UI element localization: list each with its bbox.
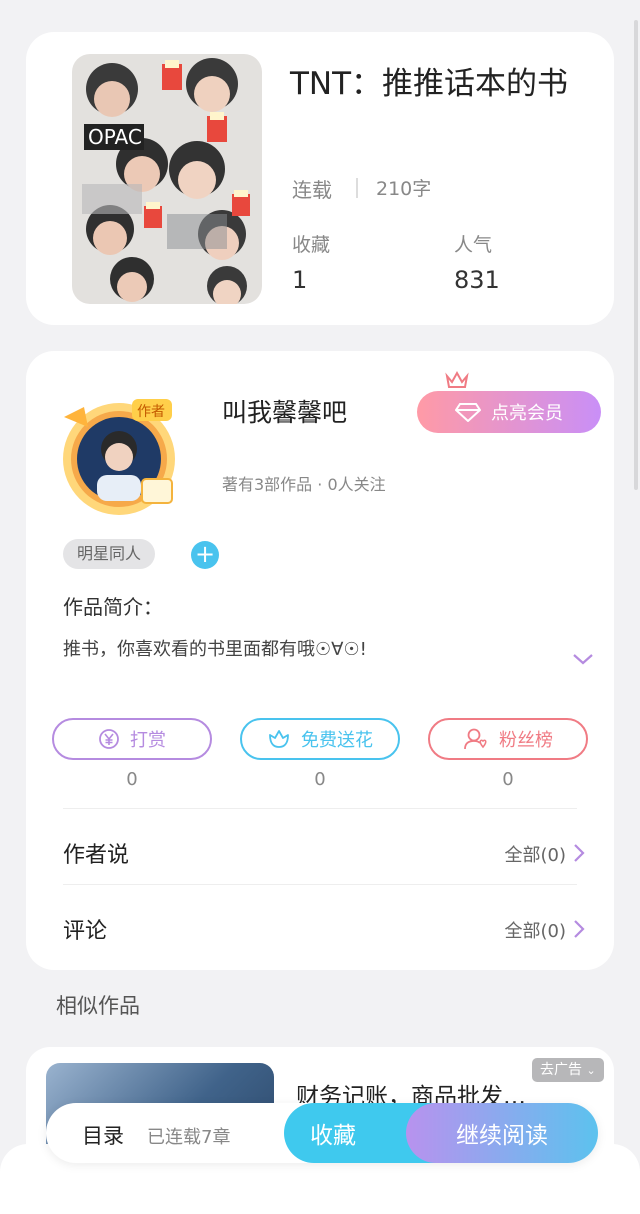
author-says-label[interactable]: 作者说 — [63, 837, 129, 869]
popularity-stat-value: 831 — [454, 266, 500, 294]
chevron-down-icon: ⌄ — [586, 1064, 596, 1077]
yen-coin-icon — [99, 729, 119, 749]
book-status: 连载 — [292, 178, 332, 202]
send-flower-button[interactable]: 免费送花 — [240, 718, 400, 760]
intro-label: 作品简介： — [63, 595, 163, 619]
send-flower-label: 免费送花 — [301, 730, 373, 751]
collect-stat-value: 1 — [292, 266, 308, 294]
chevron-right-icon[interactable] — [572, 842, 586, 868]
similar-works-title: 相似作品 — [56, 994, 140, 1018]
comments-label[interactable]: 评论 — [63, 913, 107, 945]
author-says-all-link[interactable]: 全部(0) — [466, 841, 567, 867]
author-meta: 著有3部作品 · 0人关注 — [222, 475, 386, 494]
word-count: 210字 — [376, 178, 432, 200]
chevron-down-icon[interactable] — [572, 651, 594, 670]
remove-ad-label: 去广告 — [540, 1062, 582, 1078]
divider — [63, 884, 577, 885]
collect-stat-label: 收藏 — [292, 234, 331, 256]
flower-count: 0 — [314, 769, 326, 790]
divider — [356, 178, 358, 198]
author-name[interactable]: 叫我馨馨吧 — [222, 393, 347, 429]
fan-ranking-count: 0 — [502, 769, 514, 790]
serial-status: 已连载7章 — [147, 1127, 231, 1148]
table-of-contents-button[interactable]: 目录 — [82, 1120, 124, 1150]
popularity-stat-label: 人气 — [454, 234, 493, 256]
category-tag[interactable]: 明星同人 — [63, 539, 156, 569]
svg-text:OPAC: OPAC — [88, 125, 142, 149]
flower-icon — [269, 730, 289, 748]
vip-button[interactable]: 点亮会员 — [417, 391, 601, 433]
diamond-icon — [455, 403, 481, 422]
remove-ad-button[interactable]: 去广告 ⌄ — [532, 1058, 604, 1082]
divider — [63, 808, 577, 809]
fan-ranking-button[interactable]: 粉丝榜 — [428, 718, 588, 760]
continue-reading-label: 继续阅读 — [456, 1123, 548, 1149]
fan-ranking-icon — [464, 728, 487, 750]
author-badge-text: 作者 — [137, 404, 165, 420]
reward-count: 0 — [126, 769, 138, 790]
add-tag-button[interactable]: + — [191, 541, 219, 569]
reward-label: 打赏 — [130, 730, 166, 751]
author-avatar[interactable]: 作者 — [54, 387, 184, 517]
collect-button-label: 收藏 — [310, 1123, 356, 1149]
scrollbar[interactable] — [634, 20, 638, 490]
continue-reading-button[interactable]: 继续阅读 — [406, 1103, 598, 1163]
fan-ranking-label: 粉丝榜 — [499, 730, 553, 751]
author-card: 作者 叫我馨馨吧 著有3部作品 · 0人关注 点亮会员 明星同人 + 作品简介：… — [26, 351, 614, 970]
book-title: TNT：推推话本的书 — [290, 66, 569, 102]
book-info-card: OPAC TNT：推推话本的书 连载 210字 收藏 1 人气 831 — [26, 32, 614, 325]
chevron-right-icon[interactable] — [572, 918, 586, 944]
intro-text: 推书，你喜欢看的书里面都有哦☉∀☉! — [63, 639, 367, 660]
comments-all-link[interactable]: 全部(0) — [466, 917, 567, 943]
book-cover-image[interactable]: OPAC — [72, 54, 262, 304]
reward-button[interactable]: 打赏 — [52, 718, 212, 760]
bottom-action-bar: 目录 已连载7章 收藏 继续阅读 — [46, 1103, 598, 1163]
vip-button-label: 点亮会员 — [491, 403, 563, 424]
